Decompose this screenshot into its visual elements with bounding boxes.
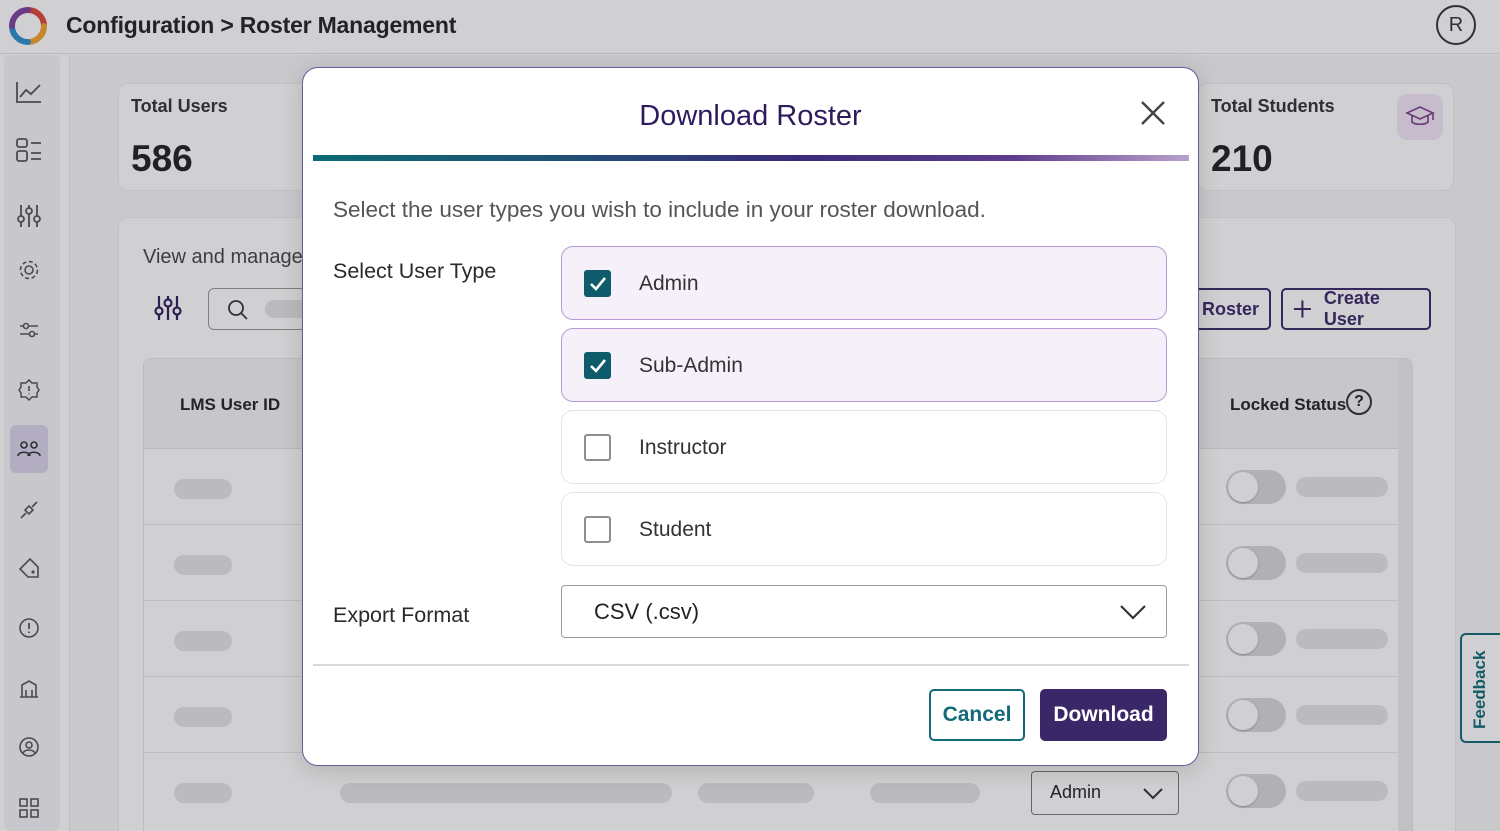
footer-divider	[313, 664, 1189, 666]
checkmark-icon	[590, 277, 607, 291]
download-button[interactable]: Download	[1040, 689, 1167, 741]
sub-admin-checkbox[interactable]	[584, 352, 611, 379]
cancel-button[interactable]: Cancel	[929, 689, 1025, 741]
student-checkbox[interactable]	[584, 516, 611, 543]
chevron-down-icon	[1120, 605, 1146, 620]
instructor-option-label: Instructor	[639, 436, 727, 459]
user-type-option-admin[interactable]: Admin	[561, 246, 1167, 320]
title-gradient-divider	[313, 155, 1189, 161]
export-format-select[interactable]: CSV (.csv)	[561, 585, 1167, 638]
dialog-title: Download Roster	[639, 100, 862, 132]
admin-option-label: Admin	[639, 272, 699, 295]
student-option-label: Student	[639, 518, 712, 541]
admin-checkbox[interactable]	[584, 270, 611, 297]
dialog-instruction: Select the user types you wish to includ…	[333, 197, 986, 222]
export-format-value: CSV (.csv)	[594, 599, 700, 624]
instructor-checkbox[interactable]	[584, 434, 611, 461]
checkmark-icon	[590, 359, 607, 373]
user-type-option-sub-admin[interactable]: Sub-Admin	[561, 328, 1167, 402]
user-type-option-instructor[interactable]: Instructor	[561, 410, 1167, 484]
sub-admin-option-label: Sub-Admin	[639, 354, 743, 377]
user-type-label: Select User Type	[333, 259, 497, 283]
user-type-option-student[interactable]: Student	[561, 492, 1167, 566]
close-icon[interactable]	[1138, 98, 1168, 128]
download-roster-dialog: Download Roster Select the user types yo…	[302, 67, 1199, 766]
export-format-label: Export Format	[333, 603, 470, 627]
